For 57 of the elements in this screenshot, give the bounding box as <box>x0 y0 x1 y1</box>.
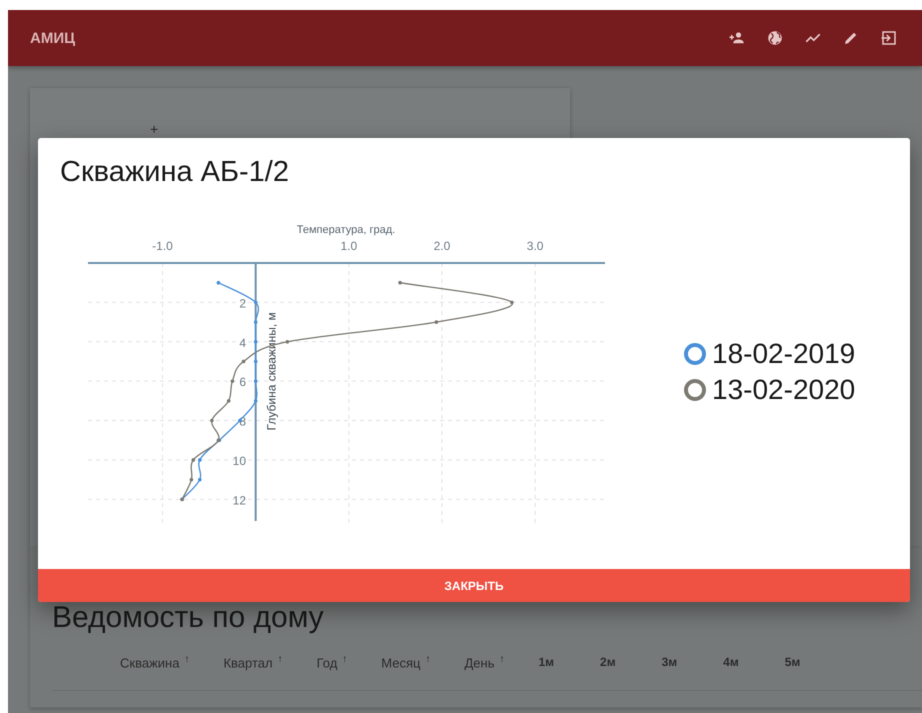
sort-arrow[interactable]: ↑ <box>499 654 504 665</box>
axis-tick-label: 2.0 <box>434 239 450 253</box>
dialog-title: Скважина АБ-1/2 <box>59 155 290 190</box>
sort-arrow[interactable]: ↑ <box>184 654 190 665</box>
axis-tick-label: 6 <box>239 375 246 390</box>
globe-icon[interactable] <box>766 29 784 47</box>
close-button[interactable]: ЗАКРЫТЬ <box>38 569 910 602</box>
column-header[interactable]: Скважина $^{↑}$ <box>120 654 190 670</box>
data-point <box>198 458 202 462</box>
axis-title: Глубина скважины, м <box>264 312 279 430</box>
data-point <box>210 418 214 422</box>
data-point <box>216 280 220 284</box>
legend-label: 18-02-2019 <box>712 338 856 370</box>
data-point <box>242 360 246 364</box>
legend-label: 13-02-2020 <box>712 374 856 406</box>
column-header: 4м <box>723 655 739 669</box>
data-point <box>226 399 230 403</box>
sort-arrow[interactable]: ↑ <box>342 654 348 665</box>
add-button[interactable]: + <box>150 122 158 136</box>
report-title: Ведомость по дому <box>52 602 324 634</box>
axis-tick-label: 10 <box>232 454 246 468</box>
axis-title: Температура, град. <box>296 224 396 236</box>
column-header[interactable]: Квартал $^{↑}$ <box>223 654 283 670</box>
legend-marker <box>684 343 706 365</box>
data-point <box>238 418 242 422</box>
data-point <box>198 478 202 482</box>
axis-tick-label: 4 <box>239 336 246 350</box>
axis-tick-label: -1.0 <box>152 239 173 253</box>
column-header[interactable]: День $^{↑}$ <box>464 654 504 670</box>
data-point <box>434 320 438 324</box>
axis-tick-label: 12 <box>232 493 246 508</box>
data-point <box>254 300 258 304</box>
axis-tick-label: 2 <box>239 296 246 310</box>
data-point <box>254 399 258 403</box>
column-header: 1м <box>538 655 554 669</box>
data-point <box>254 379 258 383</box>
data-point <box>510 300 514 304</box>
column-header[interactable]: Год $^{↑}$ <box>316 654 348 670</box>
legend-marker <box>684 379 706 401</box>
column-header: 2м <box>600 655 616 669</box>
data-point <box>254 340 258 344</box>
column-header: 5м <box>784 655 800 669</box>
data-point <box>286 340 290 344</box>
data-point <box>254 360 258 364</box>
exit-icon[interactable] <box>880 29 898 47</box>
axis-tick-label: 3.0 <box>526 239 544 253</box>
sort-arrow[interactable]: ↑ <box>278 654 283 665</box>
data-point <box>190 478 194 482</box>
column-header: 3м <box>662 655 678 669</box>
app-title: АМИЦ <box>30 30 76 46</box>
data-point <box>191 458 196 462</box>
data-point <box>230 379 234 383</box>
sort-arrow[interactable]: ↑ <box>425 654 430 665</box>
data-point <box>398 280 402 284</box>
data-point <box>254 320 258 324</box>
axis-tick-label: 1.0 <box>340 239 358 253</box>
column-header[interactable]: Месяц $^{↑}$ <box>381 654 430 670</box>
